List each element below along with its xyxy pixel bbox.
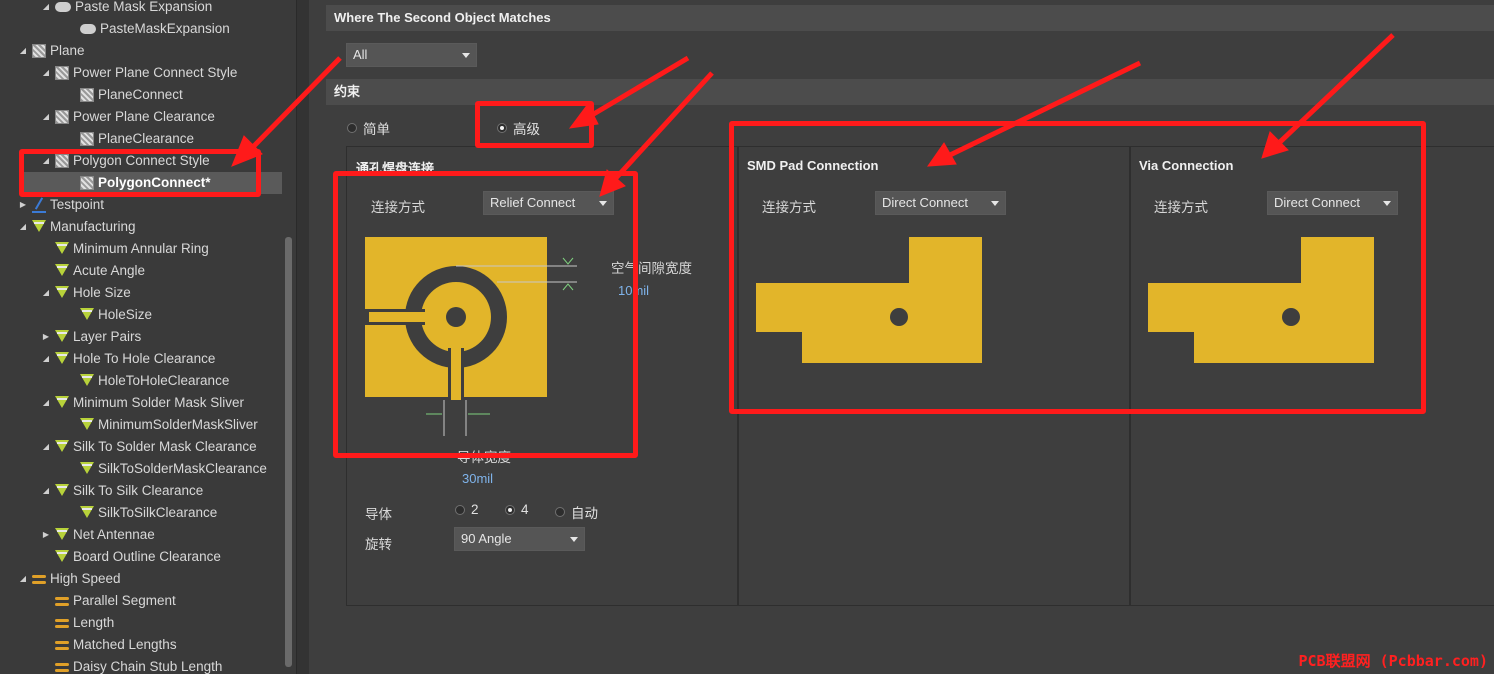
annotation-arrow (250, 56, 342, 150)
annotation-arrow (590, 55, 690, 118)
annotation-arrow (1278, 33, 1395, 144)
annotation-arrow (948, 60, 1142, 158)
annotation-arrow (614, 71, 714, 180)
arrow-head-icon (568, 103, 599, 129)
watermark: PCB联盟网 (Pcbbar.com) (1298, 652, 1489, 670)
annotation-arrows (231, 33, 1395, 197)
